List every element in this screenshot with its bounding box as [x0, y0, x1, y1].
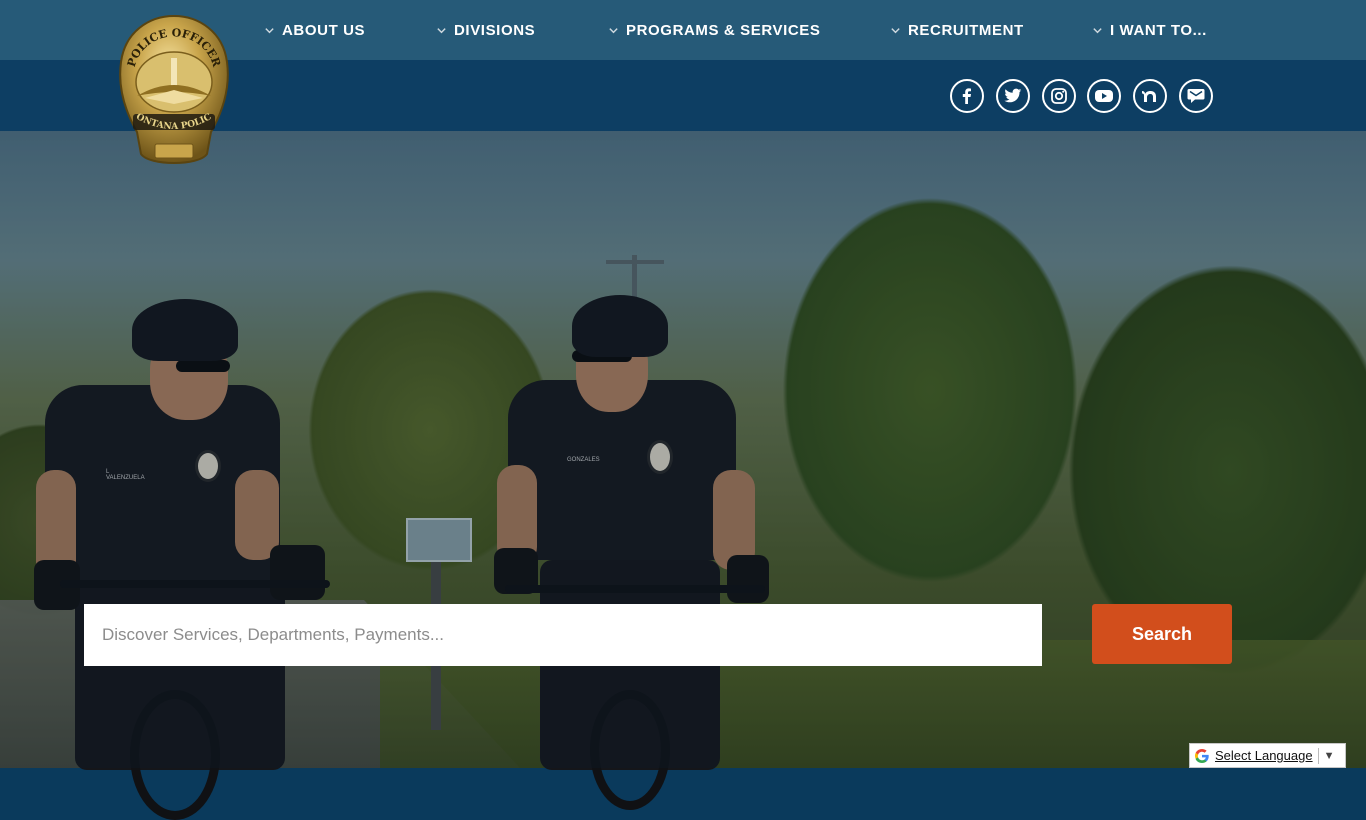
- chevron-down-icon: [437, 28, 446, 34]
- nav-programs-services[interactable]: PROGRAMS & SERVICES: [608, 22, 821, 39]
- facebook-link[interactable]: [950, 79, 984, 113]
- twitter-link[interactable]: [996, 79, 1030, 113]
- badge-icon: POLICE OFFICER FONTANA POLICE: [112, 7, 229, 164]
- nav-recruitment-label: RECRUITMENT: [908, 22, 1024, 39]
- twitter-icon: [1004, 88, 1022, 103]
- nextdoor-icon: [1142, 91, 1156, 102]
- chevron-down-icon: [1093, 28, 1102, 34]
- search-button[interactable]: Search: [1092, 604, 1232, 664]
- nav-programs-services-label: PROGRAMS & SERVICES: [626, 22, 821, 39]
- instagram-icon: [1051, 88, 1067, 104]
- facebook-icon: [962, 88, 971, 104]
- youtube-icon: [1095, 90, 1113, 102]
- nav-divisions-label: DIVISIONS: [454, 22, 536, 39]
- nextdoor-link[interactable]: [1133, 79, 1167, 113]
- google-g-icon: [1194, 748, 1209, 763]
- nav-recruitment[interactable]: RECRUITMENT: [890, 22, 1024, 39]
- google-translate-select[interactable]: Select Language ▼: [1189, 743, 1346, 768]
- nav-about-us[interactable]: ABOUT US: [264, 22, 365, 39]
- translate-dropdown-arrow-icon: ▼: [1323, 749, 1335, 762]
- newsletter-icon: [1187, 89, 1205, 103]
- search-input[interactable]: [84, 604, 1042, 666]
- nav-divisions[interactable]: DIVISIONS: [436, 22, 535, 39]
- chevron-down-icon: [609, 28, 618, 34]
- nav-about-us-label: ABOUT US: [282, 22, 366, 39]
- nav-i-want-to[interactable]: I WANT TO...: [1092, 22, 1207, 39]
- youtube-link[interactable]: [1087, 79, 1121, 113]
- fontana-police-badge-logo[interactable]: POLICE OFFICER FONTANA POLICE: [112, 7, 233, 170]
- instagram-link[interactable]: [1042, 79, 1076, 113]
- chevron-down-icon: [265, 28, 274, 34]
- translate-divider: [1317, 747, 1319, 764]
- newsletter-link[interactable]: [1179, 79, 1213, 113]
- translate-label: Select Language: [1215, 748, 1313, 763]
- chevron-down-icon: [891, 28, 900, 34]
- nav-i-want-to-label: I WANT TO...: [1110, 22, 1207, 39]
